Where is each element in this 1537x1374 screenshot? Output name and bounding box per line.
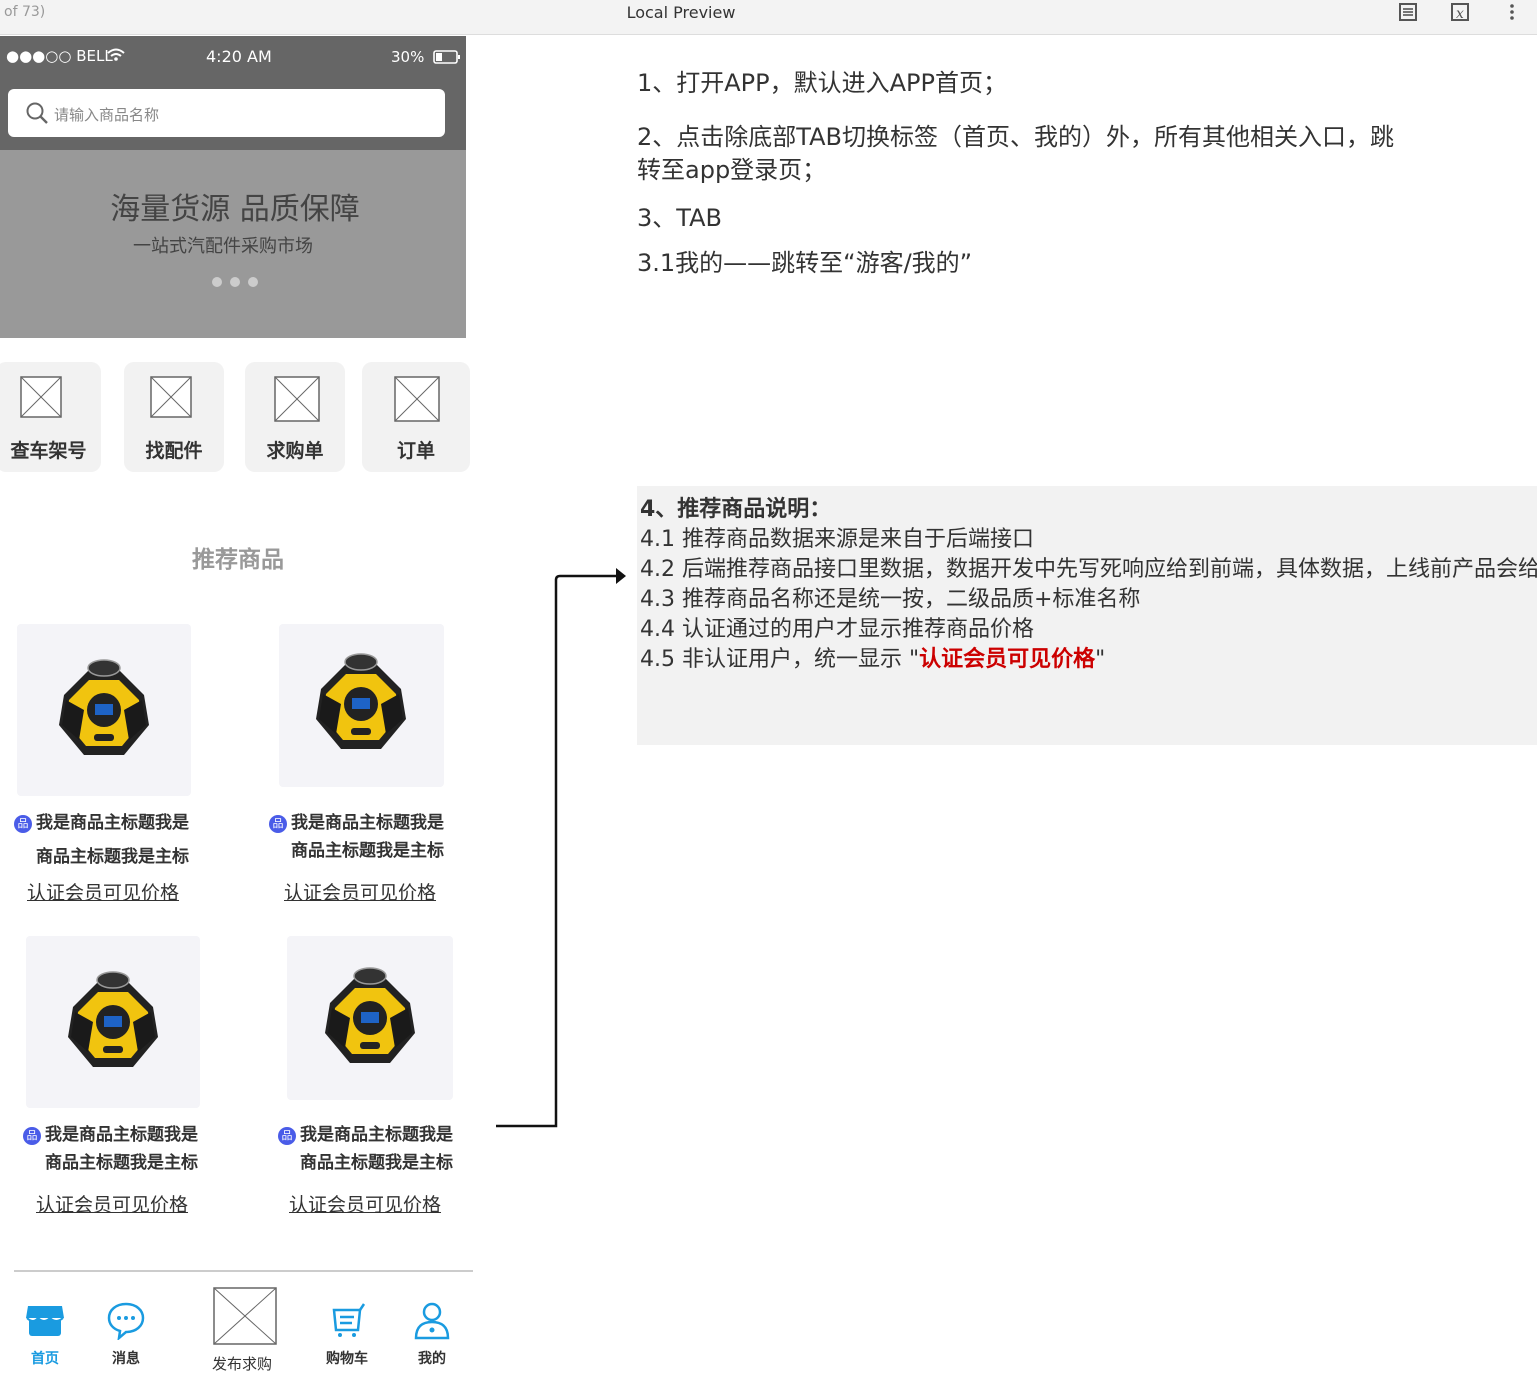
search-placeholder: 请输入商品名称 — [54, 106, 160, 124]
chat-icon — [104, 1300, 148, 1344]
box-line-5-highlight: 认证会员可见价格 — [919, 647, 1096, 672]
image-placeholder-icon — [274, 376, 320, 422]
image-placeholder-icon — [204, 1287, 280, 1349]
carousel-dot[interactable] — [212, 277, 222, 287]
product-title[interactable]: 我是商品主标题我是 — [45, 1120, 198, 1150]
note-3: 3、TAB — [637, 204, 722, 232]
tab-mine[interactable]: 我的 — [410, 1300, 454, 1368]
tab-cart[interactable]: 购物车 — [322, 1300, 372, 1368]
box-line-5: 4.5 非认证用户，统一显示 "认证会员可见价格" — [640, 641, 1105, 673]
quick-action-label: 找配件 — [145, 440, 203, 462]
carousel-dot[interactable] — [248, 277, 258, 287]
image-placeholder-icon — [20, 376, 62, 418]
banner[interactable]: 海量货源 品质保障 一站式汽配件采购市场 — [0, 150, 466, 338]
tabbar-divider — [14, 1270, 473, 1272]
cart-icon — [322, 1300, 372, 1344]
tab-messages[interactable]: 消息 — [104, 1300, 148, 1368]
svg-text:x: x — [1456, 6, 1464, 22]
tab-label: 发布求购 — [211, 1355, 272, 1373]
recommend-title: 推荐商品 — [192, 547, 284, 573]
air-pump-image — [310, 958, 430, 1078]
product-title-line2[interactable]: 商品主标题我是主标 — [291, 836, 444, 866]
box-line-2: 4.2 后端推荐商品接口里数据，数据开发中先写死响应给到前端，具体数据，上线前产… — [640, 557, 1537, 582]
status-bar: ●●●○○ BELL 4:20 AM 30% — [0, 36, 466, 76]
quick-action-parts[interactable]: 找配件 — [124, 362, 224, 472]
product-price-link[interactable]: 认证会员可见价格 — [36, 1190, 188, 1217]
product-title[interactable]: 我是商品主标题我是 — [291, 808, 444, 838]
product-image[interactable] — [279, 624, 444, 787]
recommend-notes-box: 4、推荐商品说明： 4.1 推荐商品数据来源是来自于后端接口 4.2 后端推荐商… — [637, 486, 1537, 745]
brand-badge-icon: 品 — [14, 815, 32, 833]
carrier: ●●●○○ BELL — [6, 47, 113, 65]
product-price-link[interactable]: 认证会员可见价格 — [27, 878, 179, 905]
product-price-link[interactable]: 认证会员可见价格 — [284, 878, 436, 905]
box-line-5-suffix: " — [1095, 647, 1106, 672]
image-placeholder-icon — [394, 376, 440, 422]
tab-home[interactable]: 首页 — [22, 1300, 68, 1368]
box-heading: 4、推荐商品说明： — [640, 497, 832, 522]
brand-badge-icon: 品 — [278, 1127, 296, 1145]
carousel-dot[interactable] — [230, 277, 240, 287]
quick-action-purchase[interactable]: 求购单 — [245, 362, 345, 472]
connector-arrow — [496, 568, 626, 1128]
product-title[interactable]: 我是商品主标题我是 — [36, 808, 189, 838]
store-icon — [22, 1300, 68, 1344]
quick-action-label: 订单 — [396, 440, 435, 462]
air-pump-image — [301, 644, 421, 764]
battery-label: 30% — [391, 48, 425, 66]
product-image[interactable] — [287, 936, 453, 1100]
window-title: Local Preview — [626, 3, 736, 22]
clock: 4:20 AM — [206, 47, 272, 66]
product-title-line2[interactable]: 商品主标题我是主标 — [36, 842, 189, 872]
close-x-icon[interactable]: x — [1449, 2, 1471, 26]
more-vertical-icon[interactable] — [1501, 2, 1523, 26]
box-line-1: 4.1 推荐商品数据来源是来自于后端接口 — [640, 527, 1034, 552]
quick-action-orders[interactable]: 订单 — [362, 362, 470, 472]
search-input[interactable]: 请输入商品名称 — [8, 89, 445, 137]
battery-icon — [433, 49, 461, 69]
preview-toolbar: of 73) Local Preview x — [0, 0, 1537, 35]
search-area: 请输入商品名称 — [0, 76, 466, 150]
tab-label: 消息 — [112, 1351, 140, 1367]
note-1: 1、打开APP，默认进入APP首页； — [637, 69, 1007, 97]
product-price-link[interactable]: 认证会员可见价格 — [289, 1190, 441, 1217]
product-image[interactable] — [17, 624, 191, 796]
document-icon[interactable] — [1397, 2, 1419, 26]
quick-action-vin[interactable]: 查车架号 — [0, 362, 101, 472]
tab-label: 首页 — [31, 1351, 59, 1367]
note-3-1: 3.1我的——跳转至“游客/我的” — [637, 249, 973, 277]
note-2-line1: 2、点击除底部TAB切换标签（首页、我的）外，所有其他相关入口，跳 — [637, 123, 1394, 151]
brand-badge-icon: 品 — [23, 1127, 41, 1145]
banner-subtitle: 一站式汽配件采购市场 — [133, 236, 313, 257]
banner-title: 海量货源 品质保障 — [110, 192, 360, 227]
tab-label: 我的 — [418, 1351, 446, 1367]
tab-publish[interactable]: 发布求购 — [204, 1287, 280, 1374]
tab-label: 购物车 — [326, 1351, 368, 1367]
wifi-icon — [106, 47, 126, 67]
box-line-5-prefix: 4.5 非认证用户，统一显示 " — [640, 647, 920, 672]
product-title[interactable]: 我是商品主标题我是 — [300, 1120, 453, 1150]
quick-action-label: 查车架号 — [10, 440, 87, 462]
box-line-4: 4.4 认证通过的用户才显示推荐商品价格 — [640, 617, 1034, 642]
product-image[interactable] — [26, 936, 200, 1108]
air-pump-image — [44, 650, 164, 770]
box-line-3: 4.3 推荐商品名称还是统一按，二级品质+标准名称 — [640, 587, 1141, 612]
quick-action-label: 求购单 — [266, 440, 324, 462]
air-pump-image — [53, 962, 173, 1082]
search-icon — [25, 101, 49, 129]
user-icon — [410, 1300, 454, 1344]
product-title-line2[interactable]: 商品主标题我是主标 — [45, 1148, 198, 1178]
note-2-line2: 转至app登录页； — [637, 156, 827, 184]
brand-badge-icon: 品 — [269, 815, 287, 833]
product-title-line2[interactable]: 商品主标题我是主标 — [300, 1148, 453, 1178]
image-placeholder-icon — [150, 376, 192, 418]
